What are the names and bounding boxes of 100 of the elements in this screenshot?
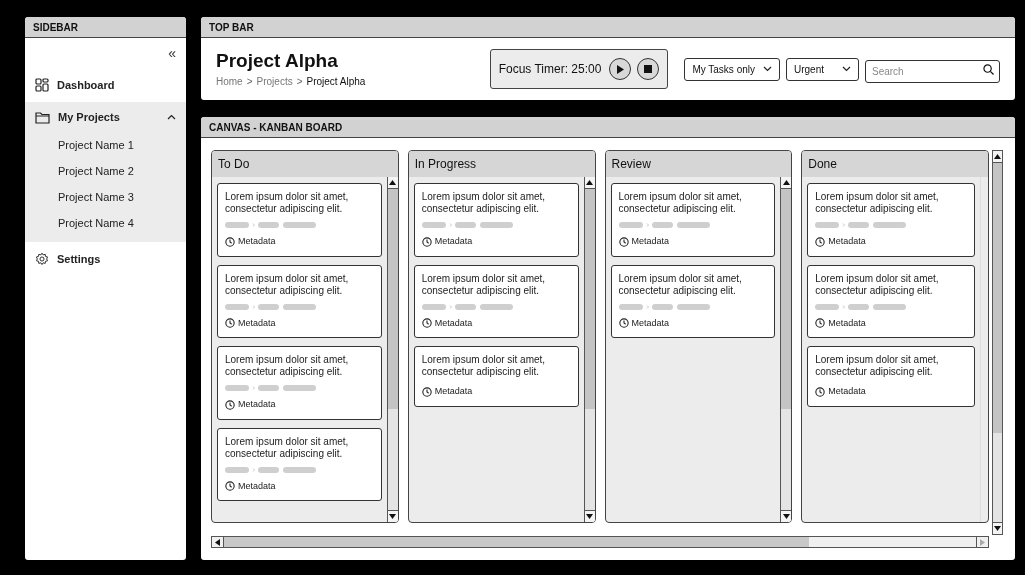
folder-icon: [35, 110, 50, 124]
card-text: Lorem ipsum dolor sit amet, consectetur adipiscing elit.: [815, 354, 940, 378]
task-card[interactable]: Lorem ipsum dolor sit amet, consectetur adipiscing elit. Metadata: [413, 264, 579, 338]
card-metadata: Metadata: [828, 235, 866, 248]
card-metadata: Metadata: [434, 316, 473, 330]
clock-icon: [225, 481, 235, 492]
sidebar-item[interactable]: Settings: [25, 244, 186, 274]
breadcrumb-separator: >: [246, 74, 253, 89]
down-arrow-icon[interactable]: [782, 514, 790, 519]
clock-icon: [421, 386, 432, 397]
scrollbar[interactable]: [583, 177, 595, 522]
clock-icon: [225, 399, 235, 410]
clock-icon: [421, 318, 432, 329]
card-text: Lorem ipsum dolor sit amet, consectetur adipiscing elit.: [225, 272, 350, 297]
timer-label: Focus Timer: 25:00: [498, 61, 602, 78]
caret-icon: [167, 114, 176, 120]
sidebar-label: Dashboard: [57, 77, 115, 93]
task-card[interactable]: Lorem ipsum dolor sit amet, consectetur adipiscing elit. Metadata: [610, 264, 776, 338]
card-text: Lorem ipsum dolor sit amet, consectetur adipiscing elit.: [815, 191, 940, 215]
up-arrow-icon[interactable]: [782, 180, 790, 185]
panel-header: TOP BAR: [201, 17, 1015, 38]
clock-icon: [225, 236, 235, 247]
caret-icon: [763, 66, 772, 72]
play-icon: [616, 64, 625, 74]
task-card[interactable]: Lorem ipsum dolor sit amet, consectetur adipiscing elit. Metadata: [807, 183, 975, 257]
task-card[interactable]: Lorem ipsum dolor sit amet, consectetur adipiscing elit. Metadata: [217, 264, 382, 338]
column-title: Done: [802, 151, 988, 177]
grid-icon: [35, 78, 49, 92]
column-title: Review: [605, 151, 792, 177]
task-card[interactable]: Lorem ipsum dolor sit amet, consectetur adipiscing elit. Metadata: [217, 183, 382, 257]
clock-icon: [815, 236, 826, 247]
project-item[interactable]: Project Name 3: [25, 184, 186, 210]
card-text: Lorem ipsum dolor sit amet, consectetur adipiscing elit.: [618, 191, 743, 215]
project-item[interactable]: Project Name 1: [25, 132, 186, 158]
card-metadata: Metadata: [434, 385, 473, 398]
page-title: Project Alpha: [216, 49, 339, 72]
down-arrow-icon[interactable]: [994, 526, 1001, 531]
column-title: To Do: [212, 151, 398, 177]
filter-dropdown[interactable]: Urgent: [786, 57, 859, 81]
clock-icon: [618, 318, 629, 329]
horizontal-scrollbar[interactable]: [211, 536, 989, 548]
up-arrow-icon[interactable]: [389, 180, 397, 185]
card-metadata: Metadata: [238, 316, 276, 330]
search-icon: [983, 63, 994, 75]
sidebar-label: Settings: [57, 251, 101, 267]
sidebar-item[interactable]: My Projects: [25, 102, 186, 132]
filter-dropdown[interactable]: My Tasks only: [684, 57, 780, 81]
card-metadata: Metadata: [434, 235, 473, 248]
task-card[interactable]: Lorem ipsum dolor sit amet, consectetur adipiscing elit. Metadata: [217, 427, 382, 501]
stop-button[interactable]: [637, 58, 660, 80]
task-card[interactable]: Lorem ipsum dolor sit amet, consectetur adipiscing elit. Metadata: [217, 346, 382, 420]
card-metadata: Metadata: [631, 316, 670, 330]
clock-icon: [618, 236, 629, 247]
settings-icon: [35, 252, 49, 266]
card-metadata: Metadata: [238, 479, 276, 493]
up-arrow-icon[interactable]: [994, 154, 1001, 159]
card-text: Lorem ipsum dolor sit amet, consectetur adipiscing elit.: [225, 191, 350, 215]
down-arrow-icon[interactable]: [586, 514, 593, 519]
card-metadata: Metadata: [631, 235, 670, 248]
project-item[interactable]: Project Name 4: [25, 210, 186, 236]
scrollbar[interactable]: [992, 150, 1003, 535]
breadcrumb-separator: >: [296, 74, 303, 89]
clock-icon: [421, 236, 432, 247]
breadcrumb-item[interactable]: Projects: [256, 73, 293, 89]
project-item[interactable]: Project Name 2: [25, 158, 186, 184]
clock-icon: [225, 318, 235, 329]
task-card[interactable]: Lorem ipsum dolor sit amet, consectetur adipiscing elit. Metadata: [807, 264, 975, 338]
card-text: Lorem ipsum dolor sit amet, consectetur adipiscing elit.: [225, 354, 350, 378]
up-arrow-icon[interactable]: [586, 180, 593, 185]
down-arrow-icon[interactable]: [389, 514, 397, 519]
clock-icon: [815, 318, 826, 329]
card-metadata: Metadata: [828, 385, 866, 398]
sidebar-label: My Projects: [58, 109, 121, 125]
breadcrumb-item: Project Alpha: [306, 74, 366, 89]
task-card[interactable]: Lorem ipsum dolor sit amet, consectetur adipiscing elit. Metadata: [413, 346, 579, 407]
task-card[interactable]: Lorem ipsum dolor sit amet, consectetur adipiscing elit. Metadata: [413, 183, 579, 257]
card-text: Lorem ipsum dolor sit amet, consectetur adipiscing elit.: [421, 272, 547, 297]
sidebar-item[interactable]: Dashboard: [25, 70, 186, 100]
card-metadata: Metadata: [238, 235, 276, 248]
scrollbar[interactable]: [386, 177, 398, 522]
task-card[interactable]: Lorem ipsum dolor sit amet, consectetur adipiscing elit. Metadata: [807, 346, 975, 407]
column-title: In Progress: [408, 151, 595, 177]
card-metadata: Metadata: [828, 316, 866, 330]
card-text: Lorem ipsum dolor sit amet, consectetur adipiscing elit.: [618, 272, 743, 297]
task-card[interactable]: Lorem ipsum dolor sit amet, consectetur adipiscing elit. Metadata: [610, 183, 776, 257]
scrollbar[interactable]: [780, 177, 792, 522]
panel-header: SIDEBAR: [25, 17, 186, 38]
clock-icon: [815, 386, 826, 397]
card-text: Lorem ipsum dolor sit amet, consectetur adipiscing elit.: [225, 435, 350, 460]
breadcrumb-item[interactable]: Home: [216, 73, 243, 89]
panel-header: CANVAS - KANBAN BOARD: [201, 117, 1015, 138]
stop-icon: [644, 65, 653, 73]
card-text: Lorem ipsum dolor sit amet, consectetur adipiscing elit.: [421, 354, 547, 378]
card-text: Lorem ipsum dolor sit amet, consectetur adipiscing elit.: [815, 272, 940, 297]
left-arrow-icon[interactable]: [215, 538, 220, 546]
search-field[interactable]: Search: [865, 59, 1000, 83]
caret-icon: [842, 66, 851, 72]
play-button[interactable]: [609, 58, 632, 80]
collapse-button[interactable]: «: [168, 46, 176, 60]
card-metadata: Metadata: [238, 398, 276, 411]
